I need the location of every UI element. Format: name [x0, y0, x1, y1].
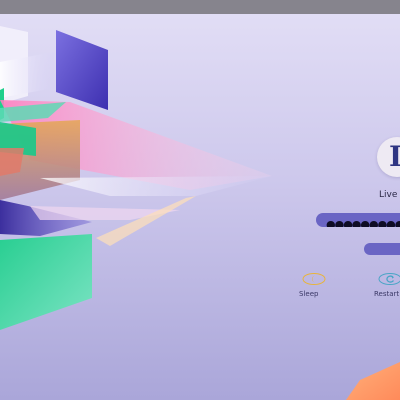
wallpaper-geometric-art — [0, 26, 400, 400]
username-label: Live — [379, 190, 398, 200]
login-button[interactable] — [364, 243, 400, 255]
sleep-icon[interactable] — [302, 273, 326, 285]
restart-label: Restart — [374, 290, 400, 298]
sleep-label: Sleep — [299, 290, 319, 298]
restart-icon[interactable] — [378, 273, 400, 285]
password-input[interactable]: ●●●●●●●●●●● — [316, 213, 400, 227]
avatar-initial: D — [389, 140, 400, 174]
password-masked-value: ●●●●●●●●●●● — [326, 218, 400, 227]
lock-screen: D Live ●●●●●●●●●●● Sleep Restart — [0, 0, 400, 400]
top-bar — [0, 0, 400, 14]
